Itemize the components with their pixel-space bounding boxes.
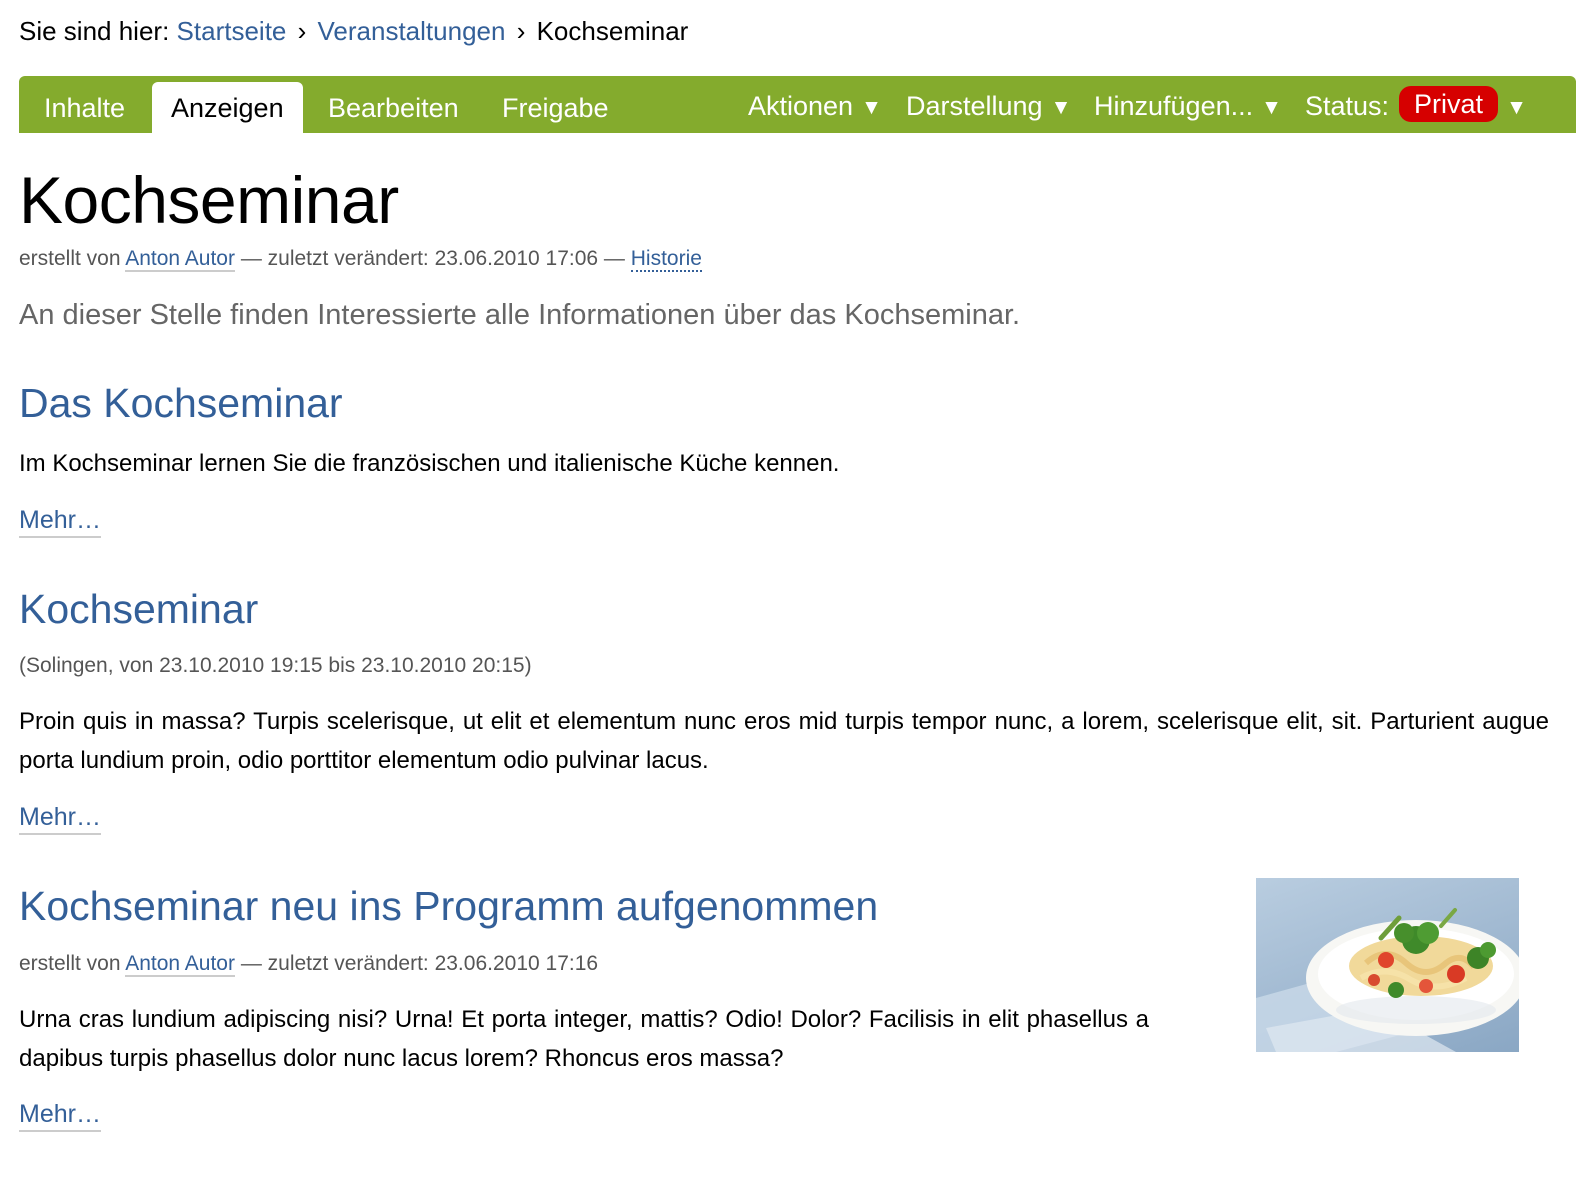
status-label: Status: [1305, 91, 1390, 121]
breadcrumb-link-startseite[interactable]: Startseite [177, 16, 287, 46]
tab-inhalte[interactable]: Inhalte [44, 82, 125, 133]
menu-aktionen-label: Aktionen [748, 91, 854, 121]
tab-freigabe[interactable]: Freigabe [502, 82, 609, 133]
history-link[interactable]: Historie [630, 247, 702, 272]
breadcrumb: Sie sind hier: Startseite › Veranstaltun… [19, 14, 688, 48]
read-more-link[interactable]: Mehr… [19, 801, 101, 835]
item-title-link[interactable]: Kochseminar [19, 584, 258, 634]
menu-hinzufuegen-label: Hinzufügen... [1094, 91, 1254, 121]
menu-status[interactable]: Status: Privat ▼ [1305, 76, 1527, 139]
dropdown-arrow-icon: ▼ [861, 96, 882, 119]
read-more-link[interactable]: Mehr… [19, 1098, 101, 1132]
byline-created-by: erstellt von [19, 952, 121, 975]
breadcrumb-separator: › [516, 16, 526, 46]
breadcrumb-prefix: Sie sind hier: [19, 16, 170, 46]
byline-modified: — zuletzt verändert: 23.06.2010 17:16 [240, 952, 599, 975]
menu-hinzufuegen[interactable]: Hinzufügen... ▼ [1094, 76, 1282, 139]
event-meta: (Solingen, von 23.10.2010 19:15 bis 23.1… [19, 654, 532, 677]
read-more-link[interactable]: Mehr… [19, 504, 101, 538]
author-link[interactable]: Anton Autor [125, 952, 235, 977]
item-description: Urna cras lundium adipiscing nisi? Urna!… [19, 1006, 1149, 1072]
menu-aktionen[interactable]: Aktionen ▼ [748, 76, 882, 139]
dropdown-arrow-icon: ▼ [1050, 96, 1072, 119]
item-title-link[interactable]: Kochseminar neu ins Programm aufgenommen [19, 881, 878, 931]
item-description: Im Kochseminar lernen Sie die französisc… [19, 450, 840, 477]
status-badge: Privat [1399, 86, 1499, 122]
edit-toolbar: Inhalte Anzeigen Bearbeiten Freigabe Akt… [19, 76, 1576, 133]
breadcrumb-link-veranstaltungen[interactable]: Veranstaltungen [318, 16, 506, 46]
tab-anzeigen[interactable]: Anzeigen [152, 82, 303, 133]
byline-created-by: erstellt von [19, 247, 121, 270]
document-byline: erstellt von Anton Autor — zuletzt verän… [19, 245, 702, 273]
item-description: Proin quis in massa? Turpis scelerisque,… [19, 708, 1549, 774]
menu-darstellung-label: Darstellung [906, 91, 1043, 121]
news-byline: erstellt von Anton Autor — zuletzt verän… [19, 950, 598, 978]
author-link[interactable]: Anton Autor [125, 247, 235, 272]
byline-modified: — zuletzt verändert: 23.06.2010 17:06 — [240, 247, 625, 270]
page-title: Kochseminar [19, 163, 399, 237]
dropdown-arrow-icon: ▼ [1506, 96, 1527, 119]
item-title-link[interactable]: Das Kochseminar [19, 378, 343, 428]
pasta-dish-image [1256, 878, 1519, 1052]
page-description: An dieser Stelle finden Interessierte al… [19, 299, 1021, 331]
breadcrumb-current: Kochseminar [536, 16, 689, 46]
breadcrumb-separator: › [297, 16, 307, 46]
tab-bearbeiten[interactable]: Bearbeiten [328, 82, 459, 133]
menu-darstellung[interactable]: Darstellung ▼ [906, 76, 1071, 139]
dropdown-arrow-icon: ▼ [1261, 96, 1282, 119]
